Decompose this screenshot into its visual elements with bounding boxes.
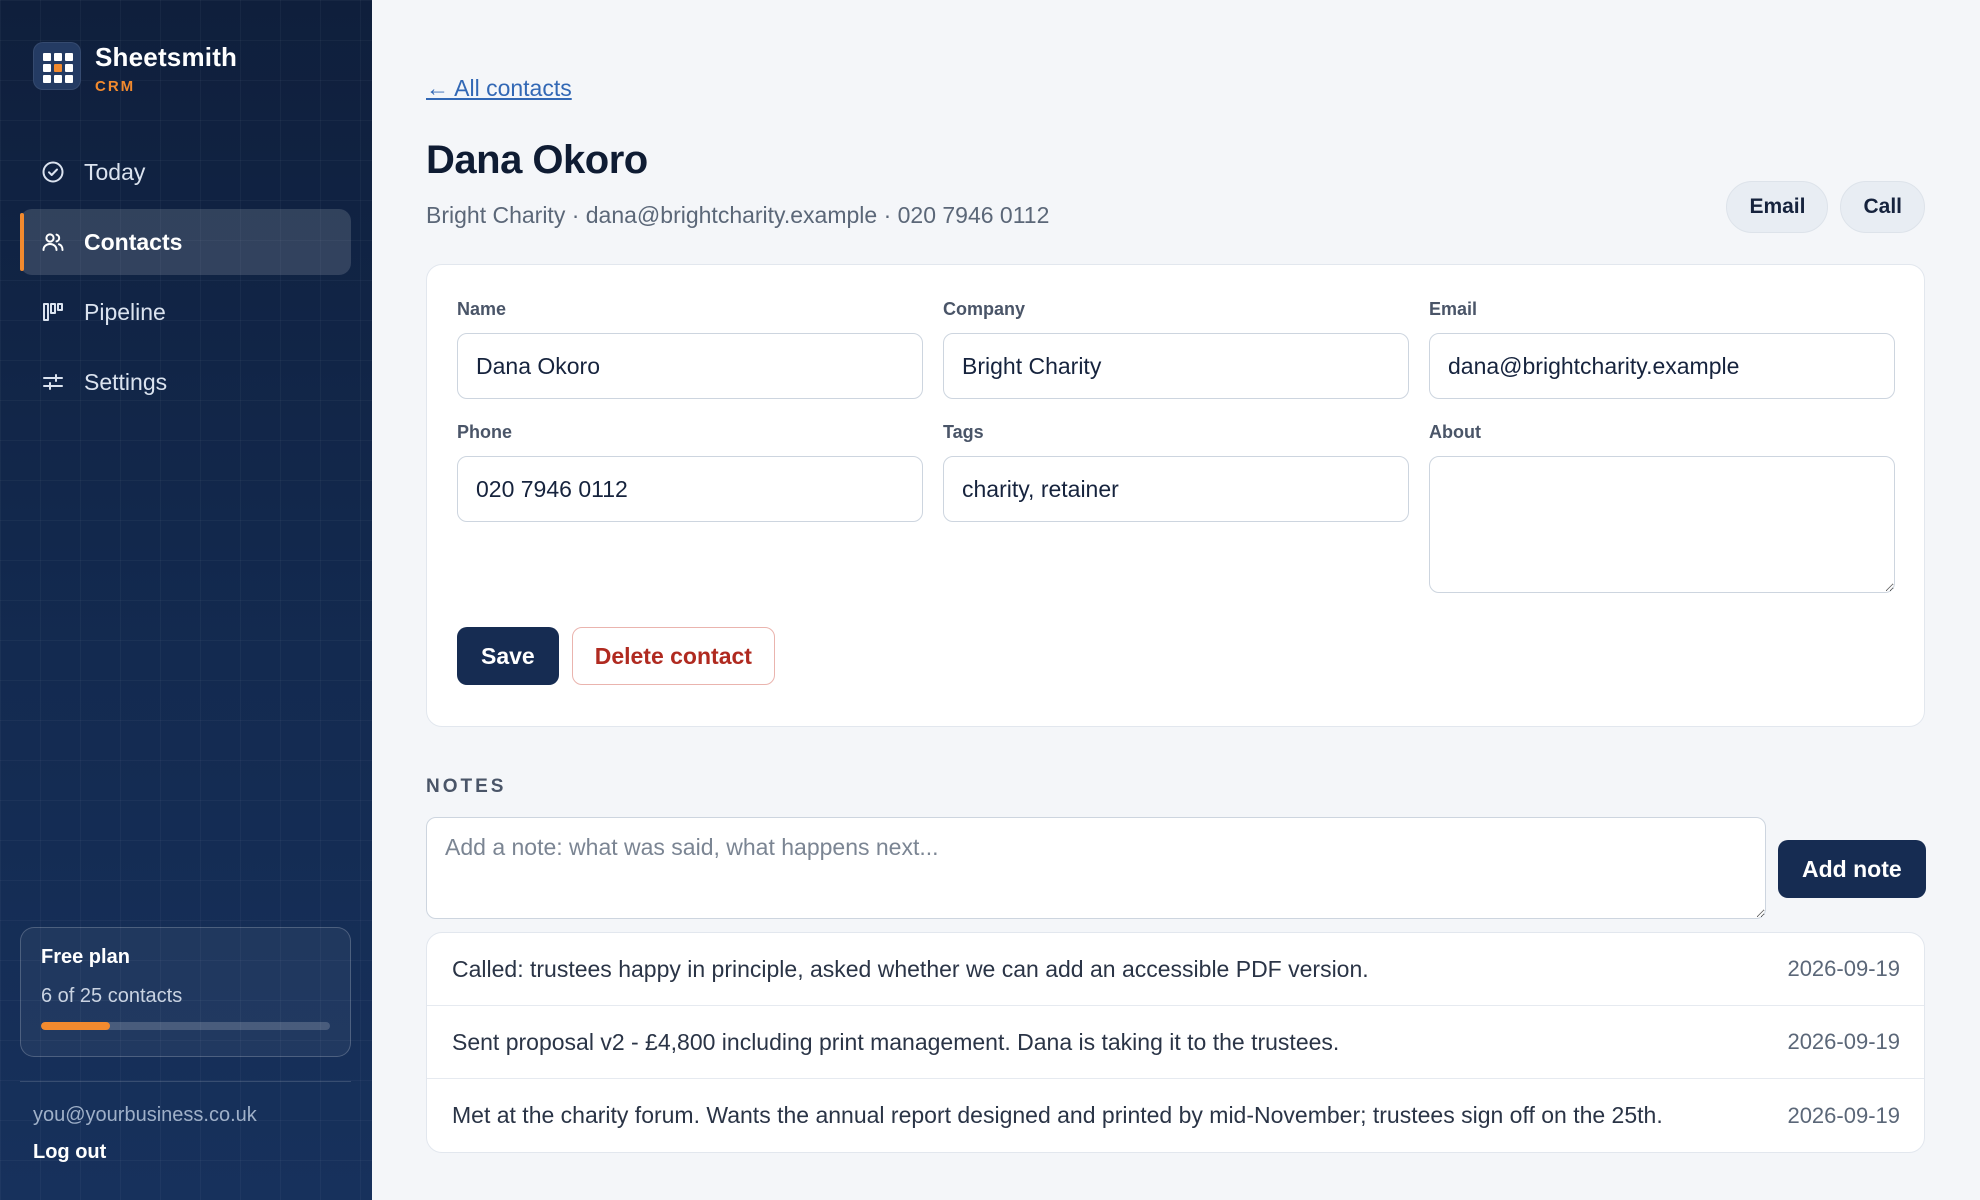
delete-contact-button[interactable]: Delete contact [571,627,775,685]
plan-usage-text: 6 of 25 contacts [41,985,183,1007]
list-item: Sent proposal v2 - £4,800 including prin… [427,1006,1924,1079]
sidebar-item-contacts[interactable]: Contacts [20,209,351,275]
sidebar: Sheetsmith CRM Today Contacts Pipeline S… [0,0,372,1200]
add-note-button[interactable]: Add note [1778,840,1926,898]
email-field-group: Email [1429,299,1895,399]
tags-input[interactable] [943,456,1409,522]
sidebar-item-label: Settings [84,368,168,395]
main-content: ← All contacts Dana Okoro Bright Charity… [372,0,1980,1200]
note-input[interactable] [426,817,1766,919]
brand-name: Sheetsmith [95,42,238,72]
sidebar-nav: Today Contacts Pipeline Settings [20,139,351,419]
about-textarea[interactable] [1429,456,1895,593]
contact-summary: Bright Charity · dana@brightcharity.exam… [426,202,1050,228]
plan-usage-bar [41,1022,330,1030]
notes-heading: NOTES [426,776,507,797]
tags-label: Tags [943,422,984,442]
note-text: Sent proposal v2 - £4,800 including prin… [452,1028,1340,1055]
company-input[interactable] [943,333,1409,399]
list-item: Met at the charity forum. Wants the annu… [427,1079,1924,1152]
phone-input[interactable] [457,456,923,522]
plan-usage-fill [41,1022,111,1030]
check-circle-icon [40,159,66,185]
kanban-icon [40,299,66,325]
list-item: Called: trustees happy in principle, ask… [427,933,1924,1006]
name-label: Name [457,299,507,319]
note-date: 2026-09-19 [1787,1102,1900,1128]
sliders-icon [40,369,66,395]
phone-label: Phone [457,422,513,442]
phone-field-group: Phone [457,422,923,522]
account-email: you@yourbusiness.co.uk [33,1104,257,1126]
sidebar-item-label: Today [84,158,146,185]
call-button[interactable]: Call [1840,181,1925,233]
users-icon [40,229,66,255]
tags-field-group: Tags [943,422,1409,522]
note-text: Met at the charity forum. Wants the annu… [452,1102,1663,1128]
back-to-contacts-link[interactable]: ← All contacts [426,75,572,102]
sidebar-item-label: Pipeline [84,298,166,325]
brand[interactable]: Sheetsmith CRM [33,42,237,95]
header-actions: Email Call [1726,181,1925,233]
grid-logo-icon [33,42,81,90]
sidebar-divider [20,1081,351,1082]
note-date: 2026-09-19 [1787,956,1900,981]
brand-subtitle: CRM [95,78,136,95]
notes-list: Called: trustees happy in principle, ask… [426,932,1925,1153]
email-label: Email [1429,299,1478,319]
sidebar-item-today[interactable]: Today [20,139,351,205]
sidebar-item-label: Contacts [84,228,183,255]
plan-title: Free plan [41,946,130,968]
note-text: Called: trustees happy in principle, ask… [452,955,1369,982]
page-title: Dana Okoro [426,138,648,182]
company-field-group: Company [943,299,1409,399]
about-label: About [1429,422,1481,442]
company-label: Company [943,299,1026,319]
name-field-group: Name [457,299,923,399]
email-input[interactable] [1429,333,1895,399]
contact-form: Name Company Email Phone Tags About Save… [426,264,1925,727]
sidebar-item-settings[interactable]: Settings [20,349,351,415]
note-date: 2026-09-19 [1787,1029,1900,1054]
plan-card: Free plan 6 of 25 contacts [20,927,351,1057]
about-field-group: About [1429,422,1895,598]
save-button[interactable]: Save [457,627,559,685]
logout-link[interactable]: Log out [33,1141,106,1164]
sidebar-item-pipeline[interactable]: Pipeline [20,279,351,345]
form-actions: Save Delete contact [457,627,775,685]
email-button[interactable]: Email [1726,181,1829,233]
name-input[interactable] [457,333,923,399]
